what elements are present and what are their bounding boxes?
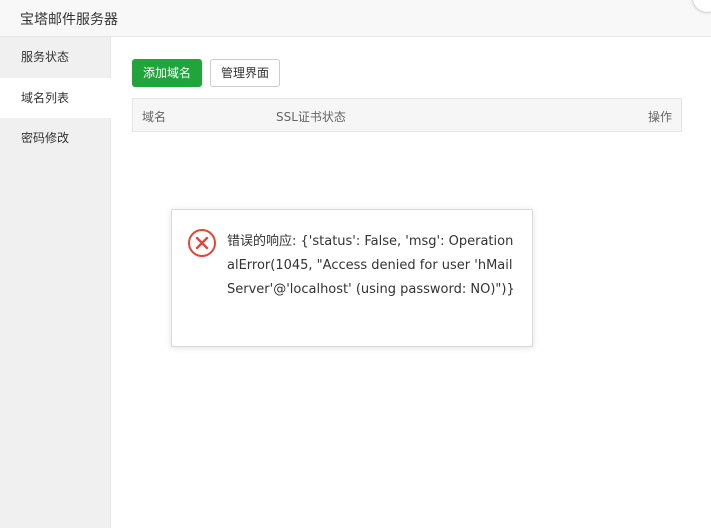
column-header-actions[interactable]: 操作	[648, 108, 672, 125]
sidebar-item-change-password[interactable]: 密码修改	[0, 118, 111, 158]
sidebar-item-label: 服务状态	[21, 50, 70, 64]
sidebar-item-service-status[interactable]: 服务状态	[0, 37, 111, 77]
manage-ui-button[interactable]: 管理界面	[210, 59, 281, 87]
error-message-text: 错误的响应: {'status': False, 'msg': Operatio…	[227, 234, 515, 297]
sidebar-item-label: 密码修改	[21, 131, 70, 145]
error-circle-x-icon	[188, 229, 216, 257]
column-header-ssl-status[interactable]: SSL证书状态	[276, 108, 346, 125]
sidebar-item-label: 域名列表	[21, 91, 70, 105]
window-title: 宝塔邮件服务器	[20, 12, 118, 28]
sidebar-item-domain-list[interactable]: 域名列表	[0, 78, 111, 118]
column-header-domain[interactable]: 域名	[142, 108, 166, 125]
title-bar: 宝塔邮件服务器	[0, 0, 711, 37]
add-domain-button[interactable]: 添加域名	[132, 59, 203, 87]
error-message-dialog: 错误的响应: {'status': False, 'msg': Operatio…	[171, 209, 533, 347]
sidebar: 服务状态 域名列表 密码修改	[0, 37, 111, 528]
mail-server-window: 宝塔邮件服务器 服务状态 域名列表 密码修改 添加域名 管理界面 域名 SSL证…	[0, 0, 711, 528]
domain-table-header: 域名 SSL证书状态 操作	[132, 98, 682, 132]
